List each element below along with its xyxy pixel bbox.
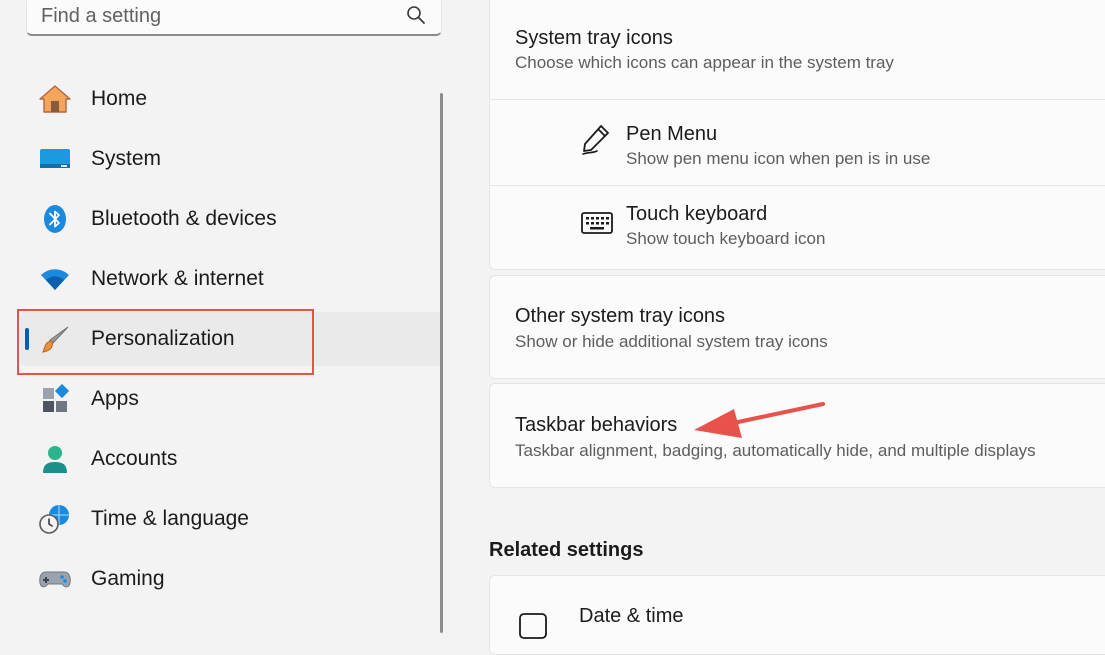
sidebar-item-network[interactable]: Network & internet <box>20 252 442 306</box>
pen-menu-title: Pen Menu <box>626 123 718 145</box>
sidebar-item-gaming[interactable]: Gaming <box>20 552 442 606</box>
sidebar-scrollbar[interactable] <box>440 93 443 633</box>
search-input[interactable] <box>41 3 391 29</box>
gamepad-icon <box>39 571 71 588</box>
sidebar-item-label: Network & internet <box>91 267 264 290</box>
date-time-card[interactable]: Date & time <box>489 575 1105 655</box>
sidebar-item-apps[interactable]: Apps <box>20 372 442 426</box>
sidebar-item-accounts[interactable]: Accounts <box>20 432 442 486</box>
calendar-clock-icon <box>519 613 547 639</box>
sidebar-item-label: Time & language <box>91 507 249 530</box>
search-box[interactable] <box>26 0 442 36</box>
system-tray-card: System tray icons Choose which icons can… <box>489 0 1105 270</box>
person-icon <box>43 446 67 473</box>
sidebar-item-label: Gaming <box>91 567 165 590</box>
sidebar-item-bluetooth[interactable]: Bluetooth & devices <box>20 192 442 246</box>
search-icon[interactable] <box>405 4 427 26</box>
sidebar-item-label: System <box>91 147 162 170</box>
sidebar-item-label: Home <box>91 87 148 110</box>
other-tray-icons-card[interactable]: Other system tray icons Show or hide add… <box>489 275 1105 379</box>
taskbar-behaviors-title: Taskbar behaviors <box>515 414 678 436</box>
annotation-highlight-box <box>17 309 314 375</box>
taskbar-behaviors-description: Taskbar alignment, badging, automaticall… <box>515 441 1036 460</box>
touch-keyboard-description: Show touch keyboard icon <box>626 229 826 248</box>
monitor-icon <box>40 149 70 168</box>
touch-keyboard-title: Touch keyboard <box>626 203 768 225</box>
wifi-icon <box>41 269 69 290</box>
sidebar-item-time-language[interactable]: Time & language <box>20 492 442 546</box>
sidebar-item-label: Accounts <box>91 447 178 470</box>
pen-icon <box>582 125 609 155</box>
system-tray-title: System tray icons <box>515 27 673 49</box>
bluetooth-icon <box>44 205 66 233</box>
related-settings-heading: Related settings <box>489 539 644 561</box>
sidebar-item-label: Apps <box>91 387 139 410</box>
keyboard-icon <box>581 212 613 234</box>
system-tray-description: Choose which icons can appear in the sys… <box>515 53 894 72</box>
annotation-arrow-icon <box>694 402 825 438</box>
sidebar-item-home[interactable]: Home <box>20 72 442 126</box>
pen-menu-row[interactable]: Pen Menu Show pen menu icon when pen is … <box>490 100 1105 184</box>
other-tray-icons-title: Other system tray icons <box>515 305 726 327</box>
other-tray-icons-description: Show or hide additional system tray icon… <box>515 332 828 351</box>
touch-keyboard-row[interactable]: Touch keyboard Show touch keyboard icon <box>490 186 1105 270</box>
home-icon <box>39 85 71 113</box>
system-tray-header[interactable]: System tray icons Choose which icons can… <box>490 0 1105 99</box>
clock-globe-icon <box>39 505 69 534</box>
sidebar-item-label: Bluetooth & devices <box>91 207 277 230</box>
pen-menu-description: Show pen menu icon when pen is in use <box>626 149 931 168</box>
date-time-title: Date & time <box>579 605 684 627</box>
apps-icon <box>43 384 70 412</box>
sidebar-item-system[interactable]: System <box>20 132 442 186</box>
